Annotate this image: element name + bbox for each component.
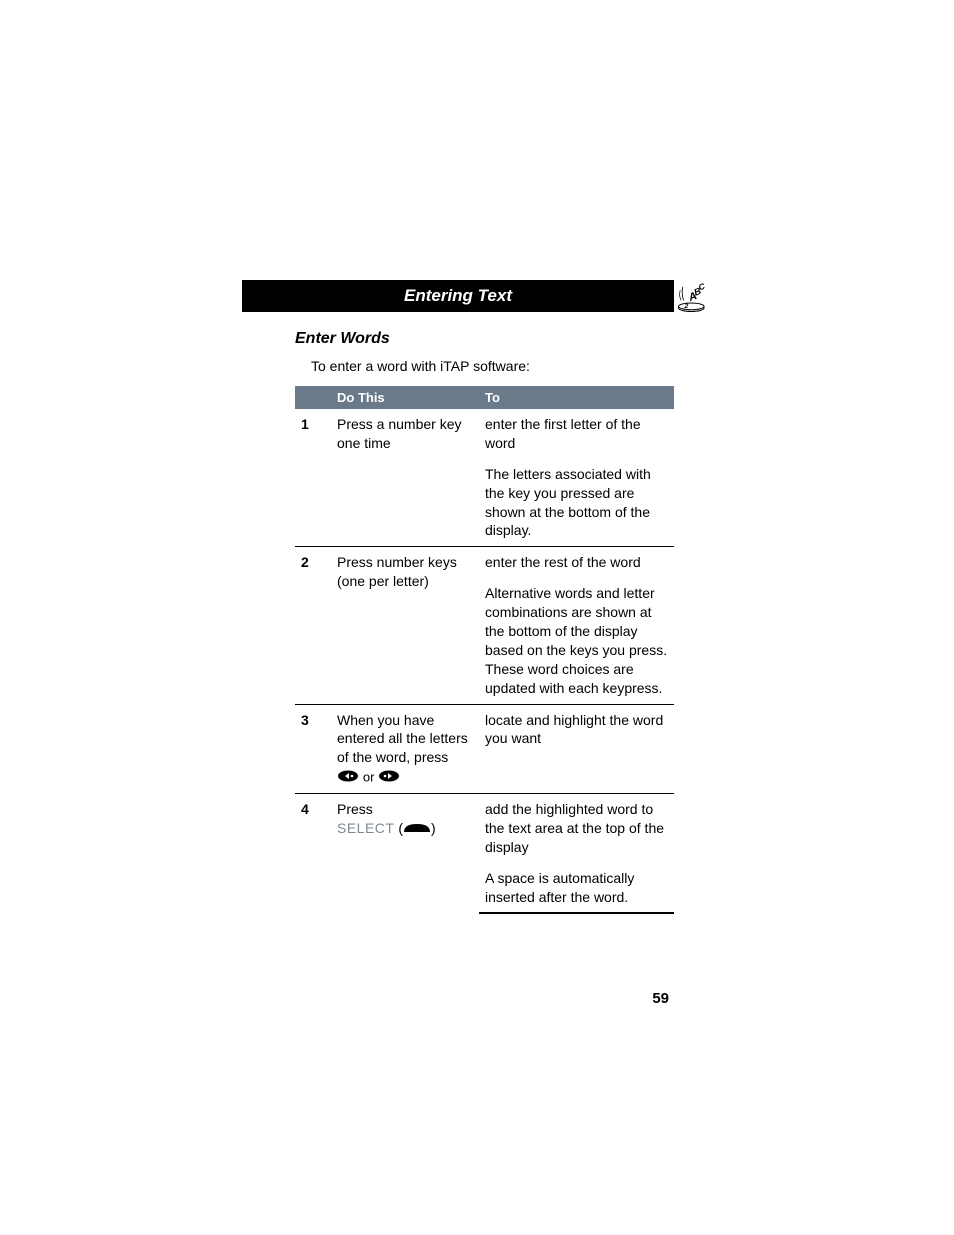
arrow-separator: or: [363, 770, 378, 785]
left-arrow-key-icon: [337, 768, 359, 787]
step-do-text: When you have entered all the letters of…: [337, 712, 468, 766]
section-intro: To enter a word with iTAP software:: [311, 358, 674, 374]
chapter-title: Entering Text: [404, 286, 512, 306]
table-row: 1 Press a number key one time enter the …: [295, 409, 674, 459]
step-do-prefix: Press: [337, 801, 373, 817]
table-row: 3 When you have entered all the letters …: [295, 704, 674, 793]
table-row: 2 Press number keys (one per letter) ent…: [295, 547, 674, 578]
close-paren: ): [431, 820, 436, 836]
step-to-main: enter the rest of the word: [479, 547, 674, 578]
step-to-main: locate and highlight the word you want: [479, 704, 674, 793]
step-to-sub: Alternative words and letter combination…: [479, 578, 674, 704]
step-to-main: enter the first letter of the word: [479, 409, 674, 459]
step-to-main: add the highlighted word to the text are…: [479, 793, 674, 862]
step-do: When you have entered all the letters of…: [331, 704, 479, 793]
step-number: 3: [295, 704, 331, 793]
step-number: 1: [295, 409, 331, 547]
step-to-sub: A space is automatically inserted after …: [479, 863, 674, 914]
step-do: Press SELECT ( ): [331, 793, 479, 913]
col-header-blank: [295, 386, 331, 409]
svg-text:2: 2: [684, 303, 689, 310]
chapter-header: Entering Text 2 A B C: [242, 280, 674, 312]
page-number: 59: [652, 990, 669, 1007]
step-to-sub: The letters associated with the key you …: [479, 459, 674, 547]
select-label: SELECT: [337, 820, 394, 836]
step-number: 2: [295, 547, 331, 704]
menu-key-icon: [403, 820, 431, 839]
section-heading: Enter Words: [295, 330, 674, 348]
step-number: 4: [295, 793, 331, 913]
step-do: Press number keys (one per letter): [331, 547, 479, 704]
step-do: Press a number key one time: [331, 409, 479, 547]
col-header-do: Do This: [331, 386, 479, 409]
steps-table: Do This To 1 Press a number key one time…: [295, 386, 674, 914]
col-header-to: To: [479, 386, 674, 409]
right-arrow-key-icon: [378, 768, 400, 787]
abc-key-icon: 2 A B C: [676, 280, 710, 314]
table-row: 4 Press SELECT ( ) add the highlighted w…: [295, 793, 674, 862]
